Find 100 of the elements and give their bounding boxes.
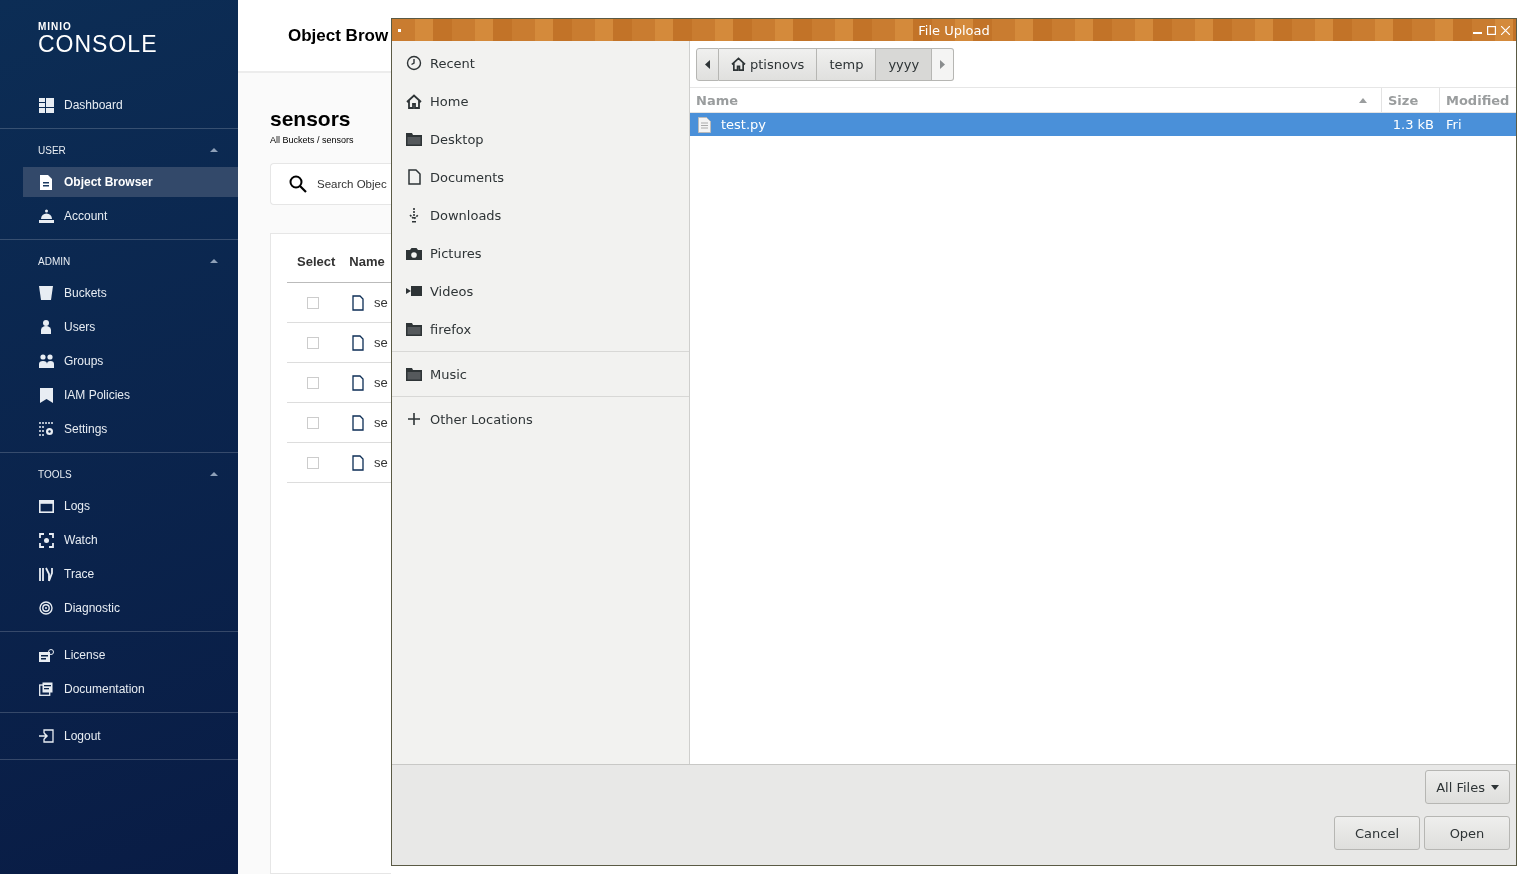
table-cell: se (374, 375, 388, 390)
home-icon (406, 93, 422, 109)
download-icon (407, 207, 421, 223)
folder-icon (406, 322, 422, 336)
caret-icon[interactable] (210, 472, 218, 476)
sidebar-item[interactable]: Watch (0, 525, 238, 555)
sidebar-item[interactable]: Settings (0, 414, 238, 444)
table-cell: se (374, 295, 388, 310)
window-menu-icon[interactable] (398, 28, 401, 32)
section-title: ADMIN (38, 255, 71, 267)
sidebar-item[interactable]: Trace (0, 559, 238, 589)
card-icon (38, 648, 54, 662)
sidebar-item[interactable]: Object Browser (23, 167, 238, 197)
window-title: File Upload (918, 22, 990, 38)
logo-text: MINIO (38, 22, 72, 32)
folder-icon (406, 367, 422, 381)
file-icon (352, 334, 364, 351)
sidebar-item[interactable]: License (0, 640, 238, 670)
left-arrow-icon (705, 59, 710, 69)
file-modified: Fri (1446, 117, 1462, 132)
file-icon (352, 454, 364, 471)
text-file-icon (698, 116, 711, 133)
target-icon (39, 601, 53, 615)
bell-icon (38, 209, 54, 223)
clock-icon (406, 55, 422, 71)
document-icon (40, 174, 52, 190)
caret-icon (1491, 784, 1499, 790)
place-item[interactable]: Home (392, 82, 689, 120)
bucket-icon (39, 286, 53, 300)
plus-icon (408, 413, 420, 425)
close-icon[interactable] (1501, 25, 1510, 35)
caret-icon[interactable] (210, 148, 218, 152)
window-icon (38, 499, 54, 513)
file-icon (352, 374, 364, 391)
path-button[interactable]: temp (817, 47, 877, 81)
row-checkbox[interactable] (307, 336, 319, 349)
pages-icon (39, 682, 53, 696)
users-icon (38, 354, 54, 368)
column-header[interactable]: Select (297, 253, 336, 269)
sidebar-item[interactable]: Logout (0, 721, 238, 751)
place-item[interactable]: Other Locations (392, 400, 689, 438)
bookmark-icon (39, 387, 53, 403)
dialog-button[interactable]: Open (1424, 816, 1510, 850)
folder-icon (406, 132, 422, 146)
path-button[interactable]: yyyy (876, 47, 933, 81)
file-size: 1.3 kB (1392, 117, 1434, 132)
sidebar-item[interactable]: Account (0, 201, 238, 231)
section-title: USER (38, 144, 66, 156)
caret-icon[interactable] (210, 259, 218, 263)
focus-icon (38, 532, 54, 548)
path-button[interactable]: ptisnovs (719, 47, 818, 81)
logo-text: CONSOLE (38, 32, 158, 56)
video-icon (406, 285, 422, 297)
search-field[interactable]: Search Objec (270, 163, 391, 205)
row-checkbox[interactable] (307, 456, 319, 469)
filter-dropdown[interactable]: All Files (1425, 770, 1510, 804)
sidebar-item[interactable]: Logs (0, 491, 238, 521)
row-checkbox[interactable] (307, 376, 319, 389)
sidebar-item[interactable]: Buckets (0, 278, 238, 308)
settings-icon (38, 421, 54, 437)
sidebar-item[interactable]: Documentation (0, 674, 238, 704)
place-item[interactable]: Videos (392, 272, 689, 310)
breadcrumb: All Buckets / sensors (270, 135, 355, 145)
search-icon (289, 175, 307, 193)
place-item[interactable]: Pictures (392, 234, 689, 272)
right-arrow-icon (940, 59, 946, 69)
table-cell: se (374, 335, 388, 350)
section-title: TOOLS (38, 468, 72, 480)
file-icon (352, 414, 364, 431)
place-item[interactable]: Music (392, 355, 689, 393)
place-item[interactable]: firefox (392, 310, 689, 348)
place-item[interactable]: Desktop (392, 120, 689, 158)
bucket-title: sensors (270, 107, 352, 131)
back-button[interactable] (696, 47, 719, 81)
sidebar-item[interactable]: Users (0, 312, 238, 342)
file-icon (352, 294, 364, 311)
lines-icon (38, 566, 54, 582)
sidebar-item[interactable]: Groups (0, 346, 238, 376)
forward-button[interactable] (932, 47, 955, 81)
place-item[interactable]: Recent (392, 44, 689, 82)
row-checkbox[interactable] (307, 296, 319, 309)
user-icon (40, 320, 52, 334)
sidebar-item[interactable]: Dashboard (0, 90, 238, 120)
dashboard-icon (38, 97, 54, 113)
row-checkbox[interactable] (307, 416, 319, 429)
home-icon (731, 57, 746, 71)
maximize-icon[interactable] (1487, 25, 1496, 35)
document-icon (407, 169, 421, 185)
dialog-button[interactable]: Cancel (1334, 816, 1420, 850)
sidebar-item[interactable]: IAM Policies (0, 380, 238, 410)
file-name: test.py (721, 117, 767, 132)
place-item[interactable]: Downloads (392, 196, 689, 234)
column-header[interactable]: Name (349, 253, 385, 269)
page-title: Object Brow (288, 25, 389, 46)
table-cell: se (374, 455, 388, 470)
place-item[interactable]: Documents (392, 158, 689, 196)
camera-icon (406, 246, 422, 260)
sidebar-item[interactable]: Diagnostic (0, 593, 238, 623)
table-cell: se (374, 415, 388, 430)
logout-icon (38, 729, 54, 743)
